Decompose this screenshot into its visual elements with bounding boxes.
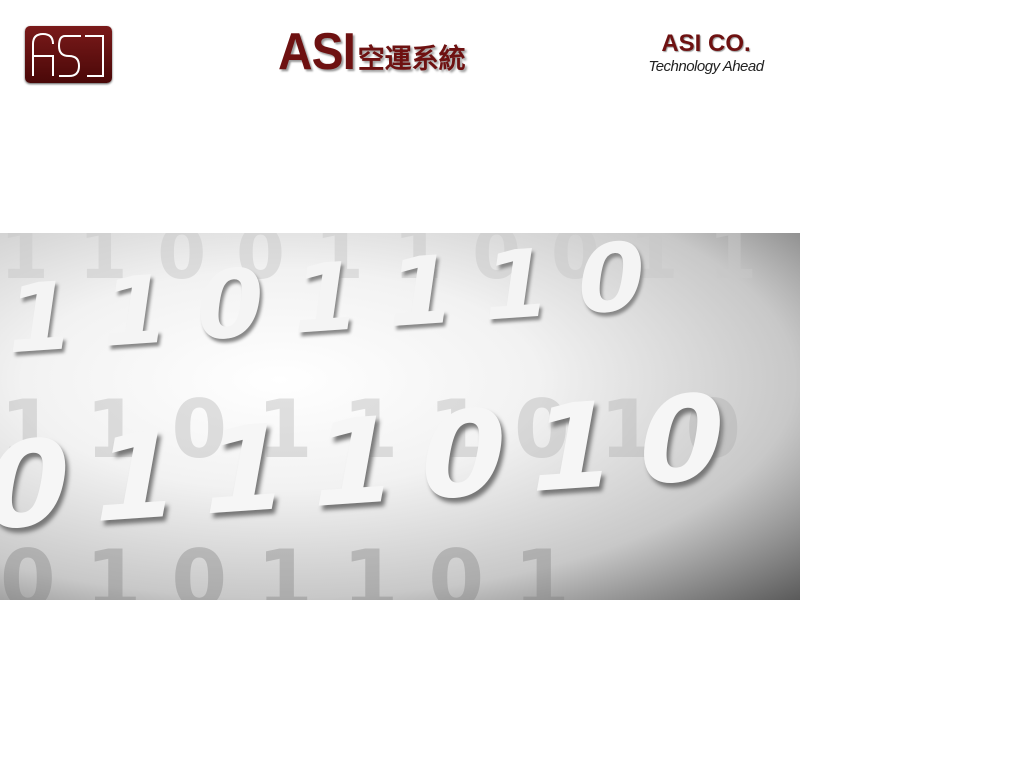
company-block: ASI CO. Technology Ahead: [636, 30, 776, 75]
binary-banner-image: 1100110011 110111010 0101101 1101110 011…: [0, 233, 800, 600]
company-name: ASI CO.: [661, 30, 751, 57]
title-cjk: 空運系統: [357, 44, 466, 75]
app-title: ASI 空運系統: [278, 22, 466, 78]
asi-logo: [25, 26, 112, 83]
title-latin: ASI: [278, 23, 356, 81]
company-slogan: Technology Ahead: [648, 58, 764, 75]
